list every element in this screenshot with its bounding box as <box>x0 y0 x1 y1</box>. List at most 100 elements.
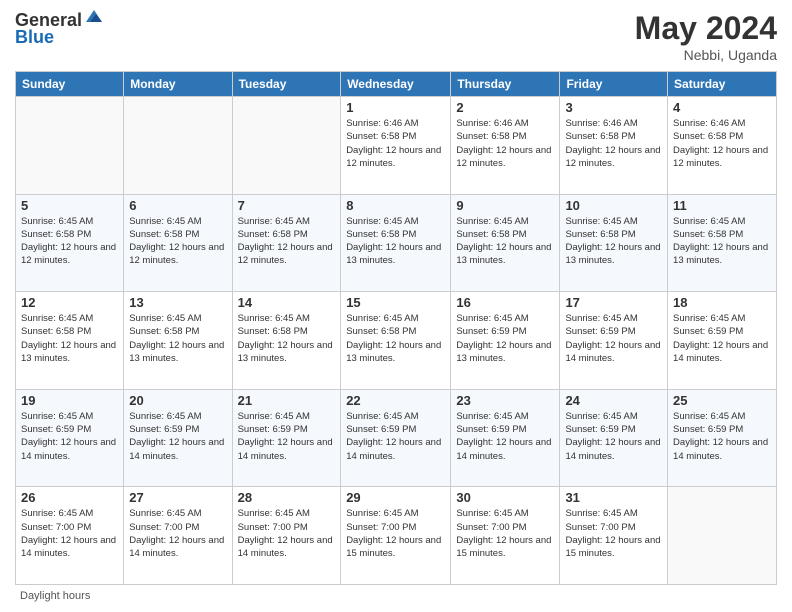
day-number: 20 <box>129 393 226 408</box>
day-info: Sunrise: 6:45 AM Sunset: 6:59 PM Dayligh… <box>456 312 554 365</box>
daylight-hours-label: Daylight hours <box>20 590 90 602</box>
day-info: Sunrise: 6:45 AM Sunset: 7:00 PM Dayligh… <box>238 507 336 560</box>
day-info: Sunrise: 6:45 AM Sunset: 6:58 PM Dayligh… <box>565 215 662 268</box>
calendar-cell: 16 Sunrise: 6:45 AM Sunset: 6:59 PM Dayli… <box>451 292 560 390</box>
day-number: 2 <box>456 100 554 115</box>
day-header-monday: Monday <box>124 72 232 97</box>
day-number: 9 <box>456 198 554 213</box>
calendar-cell: 17 Sunrise: 6:45 AM Sunset: 6:59 PM Dayli… <box>560 292 668 390</box>
calendar-week-row: 1 Sunrise: 6:46 AM Sunset: 6:58 PM Daylig… <box>16 97 777 195</box>
calendar-week-row: 19 Sunrise: 6:45 AM Sunset: 6:59 PM Dayli… <box>16 389 777 487</box>
day-number: 15 <box>346 295 445 310</box>
day-number: 19 <box>21 393 118 408</box>
day-info: Sunrise: 6:45 AM Sunset: 6:59 PM Dayligh… <box>21 410 118 463</box>
day-info: Sunrise: 6:45 AM Sunset: 6:59 PM Dayligh… <box>673 312 771 365</box>
day-number: 3 <box>565 100 662 115</box>
calendar-cell: 19 Sunrise: 6:45 AM Sunset: 6:59 PM Dayli… <box>16 389 124 487</box>
calendar-cell: 12Sunrise: 6:45 AM Sunset: 6:58 PM Dayli… <box>16 292 124 390</box>
day-info: Sunrise: 6:45 AM Sunset: 7:00 PM Dayligh… <box>21 507 118 560</box>
calendar-cell: 5 Sunrise: 6:45 AM Sunset: 6:58 PM Daylig… <box>16 194 124 292</box>
day-info: Sunrise: 6:45 AM Sunset: 7:00 PM Dayligh… <box>346 507 445 560</box>
day-info: Sunrise: 6:45 AM Sunset: 6:58 PM Dayligh… <box>129 215 226 268</box>
calendar-cell: 10Sunrise: 6:45 AM Sunset: 6:58 PM Dayli… <box>560 194 668 292</box>
day-info: Sunrise: 6:45 AM Sunset: 6:58 PM Dayligh… <box>238 215 336 268</box>
day-number: 28 <box>238 490 336 505</box>
day-info: Sunrise: 6:45 AM Sunset: 6:58 PM Dayligh… <box>21 215 118 268</box>
calendar-cell: 30Sunrise: 6:45 AM Sunset: 7:00 PM Dayli… <box>451 487 560 585</box>
day-header-saturday: Saturday <box>668 72 777 97</box>
calendar-cell: 13Sunrise: 6:45 AM Sunset: 6:58 PM Dayli… <box>124 292 232 390</box>
day-number: 6 <box>129 198 226 213</box>
day-header-wednesday: Wednesday <box>341 72 451 97</box>
day-header-thursday: Thursday <box>451 72 560 97</box>
calendar-cell: 21 Sunrise: 6:45 AM Sunset: 6:59 PM Dayli… <box>232 389 341 487</box>
day-number: 18 <box>673 295 771 310</box>
calendar-cell: 6 Sunrise: 6:45 AM Sunset: 6:58 PM Daylig… <box>124 194 232 292</box>
day-info: Sunrise: 6:45 AM Sunset: 6:59 PM Dayligh… <box>565 410 662 463</box>
day-info: Sunrise: 6:45 AM Sunset: 6:58 PM Dayligh… <box>129 312 226 365</box>
day-number: 4 <box>673 100 771 115</box>
day-number: 5 <box>21 198 118 213</box>
day-number: 1 <box>346 100 445 115</box>
calendar-cell: 4 Sunrise: 6:46 AM Sunset: 6:58 PM Daylig… <box>668 97 777 195</box>
calendar-cell: 7 Sunrise: 6:45 AM Sunset: 6:58 PM Daylig… <box>232 194 341 292</box>
day-info: Sunrise: 6:46 AM Sunset: 6:58 PM Dayligh… <box>673 117 771 170</box>
calendar-cell: 31Sunrise: 6:45 AM Sunset: 7:00 PM Dayli… <box>560 487 668 585</box>
calendar-cell: 14Sunrise: 6:45 AM Sunset: 6:58 PM Dayli… <box>232 292 341 390</box>
day-header-tuesday: Tuesday <box>232 72 341 97</box>
day-info: Sunrise: 6:46 AM Sunset: 6:58 PM Dayligh… <box>565 117 662 170</box>
day-number: 21 <box>238 393 336 408</box>
calendar-week-row: 26 Sunrise: 6:45 AM Sunset: 7:00 PM Dayli… <box>16 487 777 585</box>
day-info: Sunrise: 6:45 AM Sunset: 6:58 PM Dayligh… <box>346 215 445 268</box>
calendar-cell: 2 Sunrise: 6:46 AM Sunset: 6:58 PM Daylig… <box>451 97 560 195</box>
day-number: 7 <box>238 198 336 213</box>
calendar-cell: 22Sunrise: 6:45 AM Sunset: 6:59 PM Dayli… <box>341 389 451 487</box>
day-number: 30 <box>456 490 554 505</box>
calendar-cell <box>232 97 341 195</box>
day-info: Sunrise: 6:45 AM Sunset: 6:58 PM Dayligh… <box>673 215 771 268</box>
day-number: 16 <box>456 295 554 310</box>
day-info: Sunrise: 6:45 AM Sunset: 7:00 PM Dayligh… <box>565 507 662 560</box>
day-info: Sunrise: 6:45 AM Sunset: 6:59 PM Dayligh… <box>673 410 771 463</box>
day-number: 26 <box>21 490 118 505</box>
day-number: 24 <box>565 393 662 408</box>
location: Nebbi, Uganda <box>635 47 777 63</box>
calendar-cell: 20 Sunrise: 6:45 AM Sunset: 6:59 PM Dayli… <box>124 389 232 487</box>
calendar-cell: 24 Sunrise: 6:45 AM Sunset: 6:59 PM Dayli… <box>560 389 668 487</box>
page: General Blue May 2024 Nebbi, Uganda Sund… <box>0 0 792 612</box>
calendar-cell <box>668 487 777 585</box>
day-number: 25 <box>673 393 771 408</box>
day-info: Sunrise: 6:45 AM Sunset: 6:59 PM Dayligh… <box>456 410 554 463</box>
logo-icon <box>84 6 104 26</box>
calendar-cell: 28 Sunrise: 6:45 AM Sunset: 7:00 PM Dayli… <box>232 487 341 585</box>
day-info: Sunrise: 6:45 AM Sunset: 6:59 PM Dayligh… <box>238 410 336 463</box>
day-number: 23 <box>456 393 554 408</box>
day-info: Sunrise: 6:46 AM Sunset: 6:58 PM Dayligh… <box>456 117 554 170</box>
calendar-cell <box>124 97 232 195</box>
day-info: Sunrise: 6:45 AM Sunset: 6:59 PM Dayligh… <box>129 410 226 463</box>
calendar-cell: 9Sunrise: 6:45 AM Sunset: 6:58 PM Daylig… <box>451 194 560 292</box>
day-info: Sunrise: 6:45 AM Sunset: 6:59 PM Dayligh… <box>565 312 662 365</box>
calendar-cell: 18 Sunrise: 6:45 AM Sunset: 6:59 PM Dayli… <box>668 292 777 390</box>
calendar-cell: 26 Sunrise: 6:45 AM Sunset: 7:00 PM Dayli… <box>16 487 124 585</box>
calendar: SundayMondayTuesdayWednesdayThursdayFrid… <box>15 71 777 585</box>
calendar-header-row: SundayMondayTuesdayWednesdayThursdayFrid… <box>16 72 777 97</box>
calendar-cell <box>16 97 124 195</box>
calendar-cell: 25 Sunrise: 6:45 AM Sunset: 6:59 PM Dayli… <box>668 389 777 487</box>
day-number: 8 <box>346 198 445 213</box>
calendar-cell: 27Sunrise: 6:45 AM Sunset: 7:00 PM Dayli… <box>124 487 232 585</box>
calendar-cell: 8 Sunrise: 6:45 AM Sunset: 6:58 PM Daylig… <box>341 194 451 292</box>
calendar-cell: 3 Sunrise: 6:46 AM Sunset: 6:58 PM Daylig… <box>560 97 668 195</box>
calendar-cell: 11Sunrise: 6:45 AM Sunset: 6:58 PM Dayli… <box>668 194 777 292</box>
day-info: Sunrise: 6:45 AM Sunset: 6:58 PM Dayligh… <box>346 312 445 365</box>
day-number: 27 <box>129 490 226 505</box>
header: General Blue May 2024 Nebbi, Uganda <box>15 10 777 63</box>
title-section: May 2024 Nebbi, Uganda <box>635 10 777 63</box>
day-number: 17 <box>565 295 662 310</box>
calendar-cell: 23 Sunrise: 6:45 AM Sunset: 6:59 PM Dayli… <box>451 389 560 487</box>
day-header-sunday: Sunday <box>16 72 124 97</box>
day-info: Sunrise: 6:45 AM Sunset: 6:58 PM Dayligh… <box>21 312 118 365</box>
day-number: 29 <box>346 490 445 505</box>
calendar-cell: 1Sunrise: 6:46 AM Sunset: 6:58 PM Daylig… <box>341 97 451 195</box>
day-number: 14 <box>238 295 336 310</box>
